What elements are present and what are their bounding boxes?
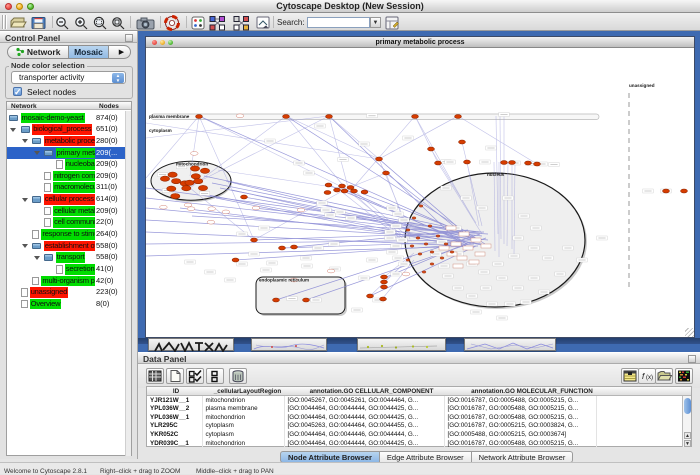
svg-text:cytoplasm: cytoplasm (149, 128, 172, 133)
svg-text:unassigned: unassigned (629, 83, 655, 88)
svg-text:endoplasmic reticulum: endoplasmic reticulum (259, 278, 309, 283)
svg-text:nucleus: nucleus (487, 172, 505, 177)
svg-text:f: f (642, 372, 645, 381)
svg-text:(x): (x) (646, 375, 653, 381)
svg-text:mitochondrion: mitochondrion (176, 162, 208, 167)
svg-text:plasma membrane: plasma membrane (149, 114, 190, 119)
